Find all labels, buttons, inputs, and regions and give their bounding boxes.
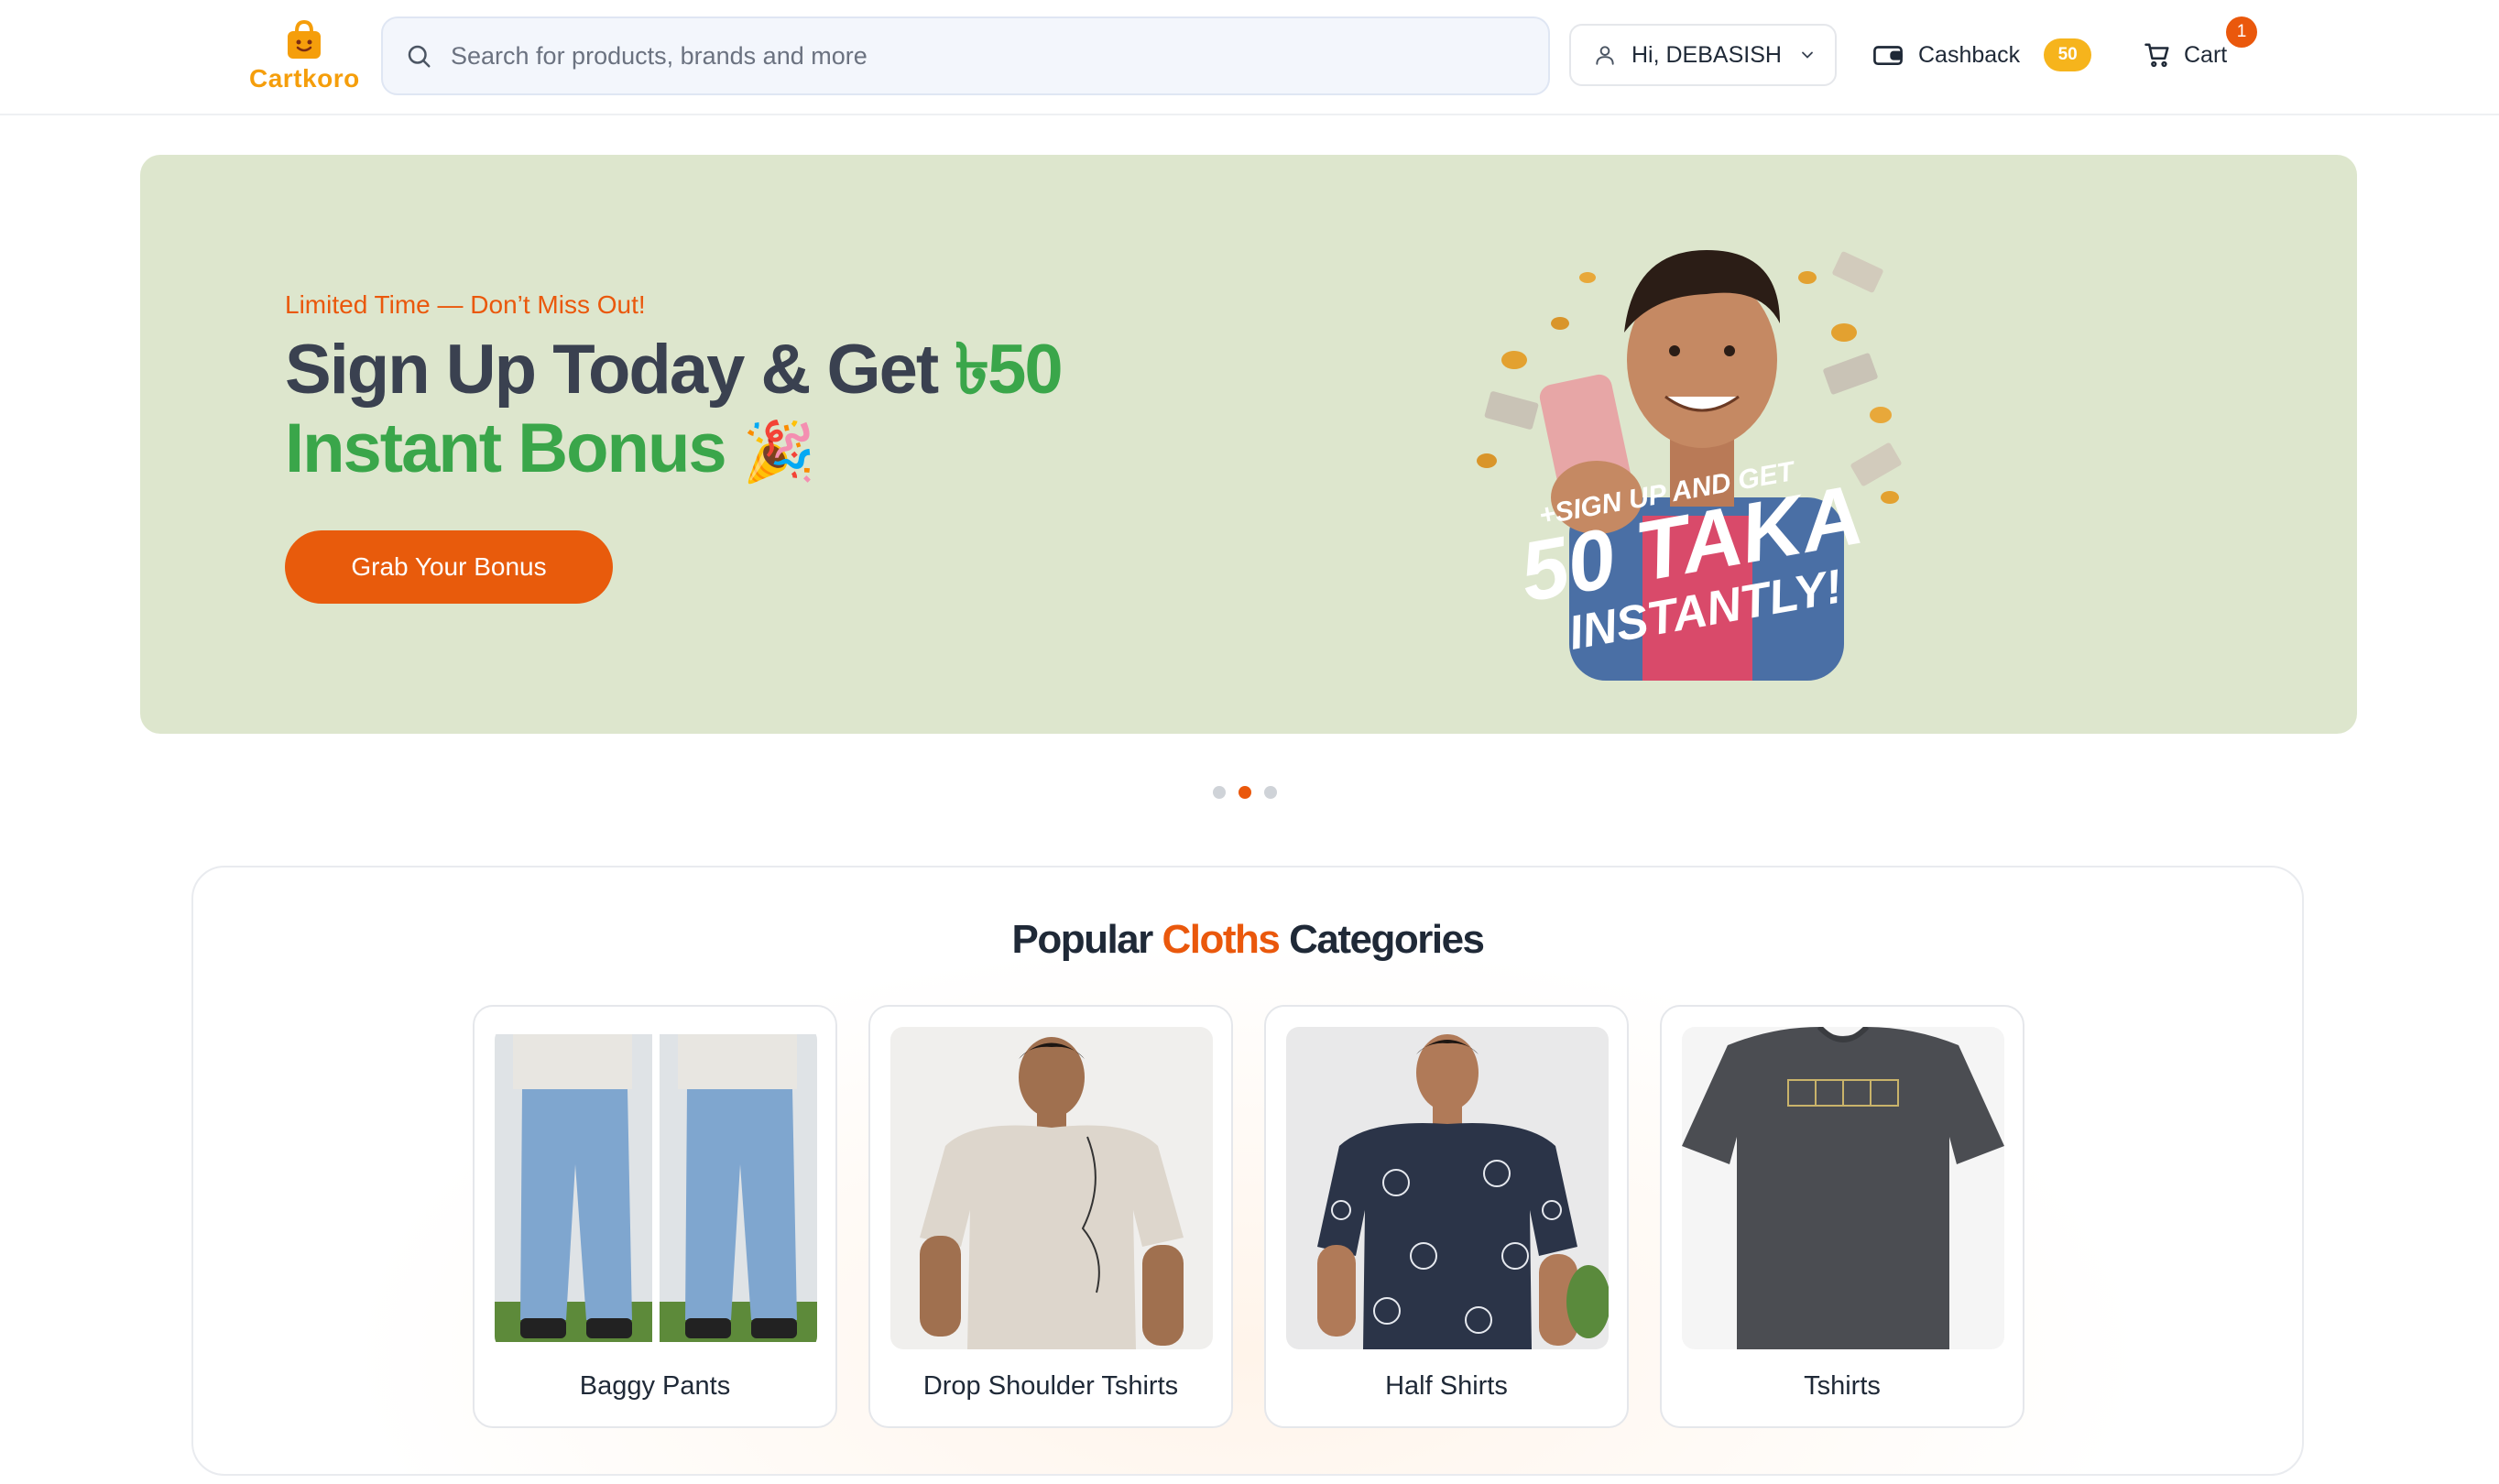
drop-shoulder-tshirt-image <box>890 1027 1213 1349</box>
grab-bonus-button[interactable]: Grab Your Bonus <box>285 530 613 604</box>
promo-illustration: +SIGN UP AND GET 50 TAKA INSTANTLY! <box>1477 250 1902 681</box>
logo[interactable]: Cartkoro <box>249 18 359 95</box>
hero-title: Sign Up Today & Get ৳50 Instant Bonus 🎉 <box>285 331 1109 491</box>
categories-title-part1: Popular <box>1011 917 1162 962</box>
carousel-dot[interactable] <box>1213 786 1226 799</box>
hero-eyebrow: Limited Time — Don’t Miss Out! <box>285 290 646 319</box>
cashback-button[interactable]: Cashback 50 <box>1872 24 2092 86</box>
user-greeting: Hi, DEBASISH <box>1631 41 1782 68</box>
shopping-bag-logo-icon <box>282 18 326 60</box>
search-icon <box>408 45 431 68</box>
carousel-dots <box>1213 786 1277 799</box>
categories-title: Popular Cloths Categories <box>193 917 2302 963</box>
category-card-baggy-pants[interactable]: Baggy Pants <box>473 1005 837 1428</box>
categories-title-highlight: Cloths <box>1162 917 1281 962</box>
logo-text: Cartkoro <box>249 64 360 93</box>
carousel-dot[interactable] <box>1264 786 1277 799</box>
category-card-tshirts[interactable]: Tshirts <box>1660 1005 2024 1428</box>
category-card-half-shirts[interactable]: Half Shirts <box>1264 1005 1629 1428</box>
category-cards: Baggy Pants Drop Shoulder Tshirts Half S… <box>473 1005 2024 1428</box>
categories-title-part2: Categories <box>1279 917 1485 962</box>
tshirt-image <box>1682 1027 2004 1349</box>
hero-title-amount: ৳50 <box>955 331 1063 409</box>
hero-title-part1: Sign Up Today & Get <box>285 331 955 409</box>
chevron-down-icon <box>1802 51 1813 59</box>
category-card-drop-shoulder-tshirts[interactable]: Drop Shoulder Tshirts <box>868 1005 1233 1428</box>
half-shirt-image <box>1286 1027 1609 1349</box>
cart-count-badge: 1 <box>2226 16 2257 48</box>
category-name: Baggy Pants <box>579 1371 731 1401</box>
popular-categories-section: Popular Cloths Categories Baggy Pants Dr… <box>191 866 2304 1476</box>
cart-label: Cart <box>2184 41 2228 68</box>
carousel-dot-active[interactable] <box>1239 786 1251 799</box>
user-menu-button[interactable]: Hi, DEBASISH <box>1569 24 1837 86</box>
cashback-badge: 50 <box>2044 38 2092 71</box>
wallet-icon <box>1873 46 1903 66</box>
search-input[interactable] <box>451 41 1458 71</box>
top-header: Cartkoro Hi, DEBASISH Cashback 50 Cart 1 <box>0 0 2499 115</box>
baggy-pants-image <box>495 1027 817 1349</box>
cashback-label: Cashback <box>1918 41 2021 68</box>
hero-title-part2: Instant Bonus <box>285 409 727 487</box>
cart-button[interactable]: Cart 1 <box>2144 16 2257 86</box>
cart-icon <box>2144 43 2169 68</box>
category-name: Tshirts <box>1804 1371 1881 1401</box>
user-icon <box>1596 46 1614 65</box>
search-bar[interactable] <box>381 16 1550 95</box>
category-name: Drop Shoulder Tshirts <box>922 1371 1179 1401</box>
category-name: Half Shirts <box>1385 1371 1508 1401</box>
hero-banner: Limited Time — Don’t Miss Out! Sign Up T… <box>140 155 2357 734</box>
party-popper-icon: 🎉 <box>742 419 816 485</box>
